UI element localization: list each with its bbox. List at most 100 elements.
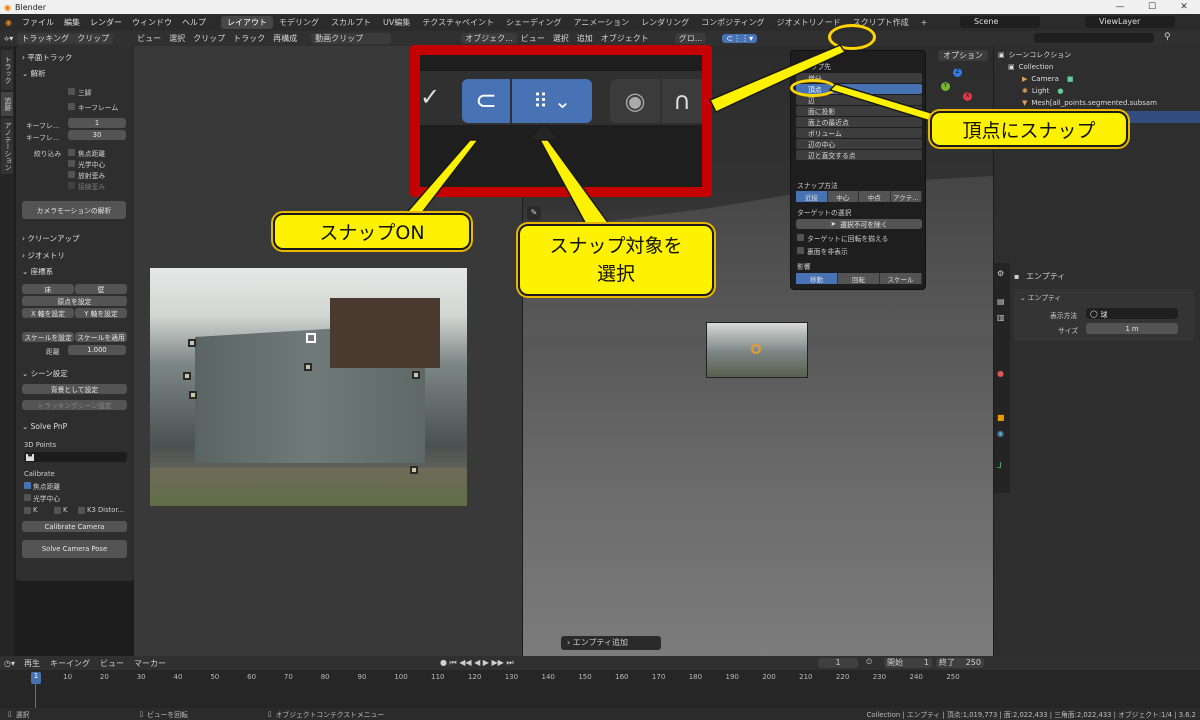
- menu-file[interactable]: ファイル: [17, 17, 59, 28]
- snap-toggle-icon[interactable]: ⊂⋮⋮▾: [722, 34, 758, 43]
- gizmo-y-axis-icon[interactable]: Y: [941, 82, 950, 91]
- affect-move[interactable]: 移動: [796, 273, 838, 284]
- clip-menu-select[interactable]: 選択: [165, 33, 189, 44]
- workspace-tab-shading[interactable]: シェーディング: [500, 16, 567, 29]
- k3-checkbox[interactable]: [78, 507, 85, 514]
- viewport-mode-select[interactable]: オブジェク...: [461, 33, 517, 44]
- solve-camera-motion-button[interactable]: カメラモーションの解析: [22, 201, 126, 219]
- clip-menu-clip[interactable]: クリップ: [189, 33, 229, 44]
- filter-icon[interactable]: ⚲: [1164, 32, 1171, 42]
- gizmo-x-axis-icon[interactable]: X: [963, 92, 972, 101]
- menu-edit[interactable]: 編集: [59, 17, 85, 28]
- render-tab-icon[interactable]: ▤: [997, 297, 1005, 306]
- transform-orientation-select[interactable]: グロ...: [674, 33, 707, 44]
- clip-name-field[interactable]: 動画クリップ: [311, 33, 392, 44]
- workspace-tab-layout[interactable]: レイアウト: [220, 16, 273, 29]
- backface-culling-checkbox[interactable]: [797, 247, 804, 254]
- timeline-menu-view[interactable]: ビュー: [95, 658, 129, 669]
- clip-menu-track[interactable]: トラック: [229, 33, 269, 44]
- menu-window[interactable]: ウィンドウ: [127, 17, 177, 28]
- outliner-search-field[interactable]: [1034, 33, 1154, 43]
- viewport-options-button[interactable]: オプション: [938, 50, 988, 61]
- keyframe-a-field[interactable]: 1: [68, 118, 126, 128]
- playback-controls[interactable]: ● ⏮ ◀◀ ◀ ▶ ▶▶ ⏭: [440, 658, 514, 668]
- clip-menu-reconstruct[interactable]: 再構成: [269, 33, 301, 44]
- last-operator-panel[interactable]: › エンプティ追加: [561, 636, 661, 650]
- outliner-camera[interactable]: ▶ Camera ■: [1022, 73, 1074, 85]
- workspace-tab-uv[interactable]: UV編集: [377, 16, 416, 29]
- snap-target-edge-perpendicular[interactable]: 辺と直交する点: [796, 150, 922, 160]
- outliner-light[interactable]: ✱ Light ●: [1022, 85, 1063, 97]
- frame-end-field[interactable]: 終了 250: [936, 658, 984, 668]
- snap-method-median[interactable]: 中点: [859, 191, 891, 202]
- menu-render[interactable]: レンダー: [85, 17, 127, 28]
- refine-center-checkbox[interactable]: [68, 160, 75, 167]
- affect-rotate[interactable]: 回転: [838, 273, 880, 284]
- affect-scale[interactable]: スケール: [880, 273, 922, 284]
- world-tab-icon[interactable]: ●: [997, 369, 1004, 378]
- setup-tracking-scene-button[interactable]: トラッキングシーン設定: [22, 400, 127, 410]
- blender-menu-icon[interactable]: ◉: [0, 18, 17, 27]
- viewport-menu-object[interactable]: オブジェクト: [597, 33, 653, 44]
- tab-solve[interactable]: 追跡: [1, 92, 13, 116]
- object-tab-icon[interactable]: ■: [997, 413, 1005, 422]
- outliner-mesh[interactable]: ▼ Mesh[all_points.segmented.subsam: [1022, 97, 1192, 109]
- workspace-tab-rendering[interactable]: レンダリング: [635, 16, 695, 29]
- align-rotation-checkbox[interactable]: [797, 234, 804, 241]
- menu-help[interactable]: ヘルプ: [177, 17, 211, 28]
- editor-type-icon[interactable]: ⟡▾: [0, 34, 17, 44]
- display-as-select[interactable]: ◯ 球: [1086, 308, 1178, 319]
- empty-panel-header[interactable]: ⌄ エンプティ: [1020, 292, 1061, 302]
- scene-selector[interactable]: Scene: [960, 16, 1040, 28]
- keyframe-b-field[interactable]: 30: [68, 130, 126, 140]
- refine-radial-checkbox[interactable]: [68, 171, 75, 178]
- tab-track[interactable]: トラック: [1, 50, 13, 90]
- solve-pnp-header[interactable]: ⌄ Solve PnP: [22, 422, 67, 431]
- set-origin-button[interactable]: 原点を設定: [22, 296, 127, 306]
- viewport-menu-select[interactable]: 選択: [549, 33, 573, 44]
- size-field[interactable]: 1 m: [1086, 323, 1178, 334]
- annotate-tool-icon[interactable]: ✎: [527, 206, 541, 220]
- solve-camera-pose-button[interactable]: Solve Camera Pose: [22, 540, 127, 558]
- frame-ruler[interactable]: 10 20 30 40 50 60 70 80 90 100 110 120 130 140 150 160 1…: [0, 672, 1200, 684]
- set-x-axis-button[interactable]: X 軸を設定: [22, 308, 74, 318]
- timeline-editor-type-icon[interactable]: ◷▾: [0, 659, 19, 668]
- points-3d-field[interactable]: ▀: [24, 452, 127, 462]
- distance-field[interactable]: 1.000: [68, 345, 126, 355]
- orientation-header[interactable]: ⌄ 座標系: [22, 266, 53, 277]
- snap-method-active[interactable]: アクテ...: [890, 191, 922, 202]
- workspace-tab-compositing[interactable]: コンポジティング: [695, 16, 771, 29]
- clip-frame-image[interactable]: [150, 268, 467, 506]
- cleanup-header[interactable]: › クリーンアップ: [22, 233, 80, 244]
- geometry-header[interactable]: › ジオメトリ: [22, 250, 65, 261]
- apply-scale-button[interactable]: スケールを適用: [75, 332, 127, 342]
- data-tab-icon[interactable]: ⅃: [997, 461, 1001, 470]
- wall-button[interactable]: 壁: [75, 284, 127, 294]
- outliner-collection[interactable]: ▣ Collection: [1008, 61, 1053, 73]
- maximize-icon[interactable]: ☐: [1136, 0, 1168, 14]
- gizmo-z-axis-icon[interactable]: Z: [953, 68, 962, 77]
- workspace-tab-sculpt[interactable]: スカルプト: [325, 16, 377, 29]
- clip-menu-view[interactable]: ビュー: [133, 33, 165, 44]
- k2-checkbox[interactable]: [54, 507, 61, 514]
- tab-annotation[interactable]: アノテーション: [1, 118, 13, 174]
- snap-target-face-project[interactable]: 面に投影: [796, 106, 922, 116]
- output-tab-icon[interactable]: ▥: [997, 313, 1005, 322]
- tool-tab-icon[interactable]: ⚙: [997, 269, 1004, 278]
- exclude-non-selectable-button[interactable]: ➤ 選択不可を除く: [796, 219, 922, 229]
- k1-checkbox[interactable]: [24, 507, 31, 514]
- set-y-axis-button[interactable]: Y 軸を設定: [75, 308, 127, 318]
- calibrate-camera-button[interactable]: Calibrate Camera: [22, 521, 127, 532]
- snap-method-center[interactable]: 中心: [827, 191, 859, 202]
- view-layer-selector[interactable]: ViewLayer: [1085, 16, 1175, 28]
- viewport-menu-view[interactable]: ビュー: [517, 33, 549, 44]
- physics-tab-icon[interactable]: ◉: [997, 429, 1004, 438]
- current-frame-field[interactable]: 1: [818, 658, 858, 668]
- calibrate-center-checkbox[interactable]: [24, 494, 31, 501]
- set-scale-button[interactable]: スケールを設定: [22, 332, 74, 342]
- refine-tangent-checkbox[interactable]: [68, 182, 75, 189]
- clip-mode-select[interactable]: トラッキング: [17, 33, 74, 44]
- scene-setup-header[interactable]: ⌄ シーン設定: [22, 368, 68, 379]
- snap-method-closest[interactable]: 近接: [796, 191, 828, 202]
- keyframe-checkbox[interactable]: [68, 103, 75, 110]
